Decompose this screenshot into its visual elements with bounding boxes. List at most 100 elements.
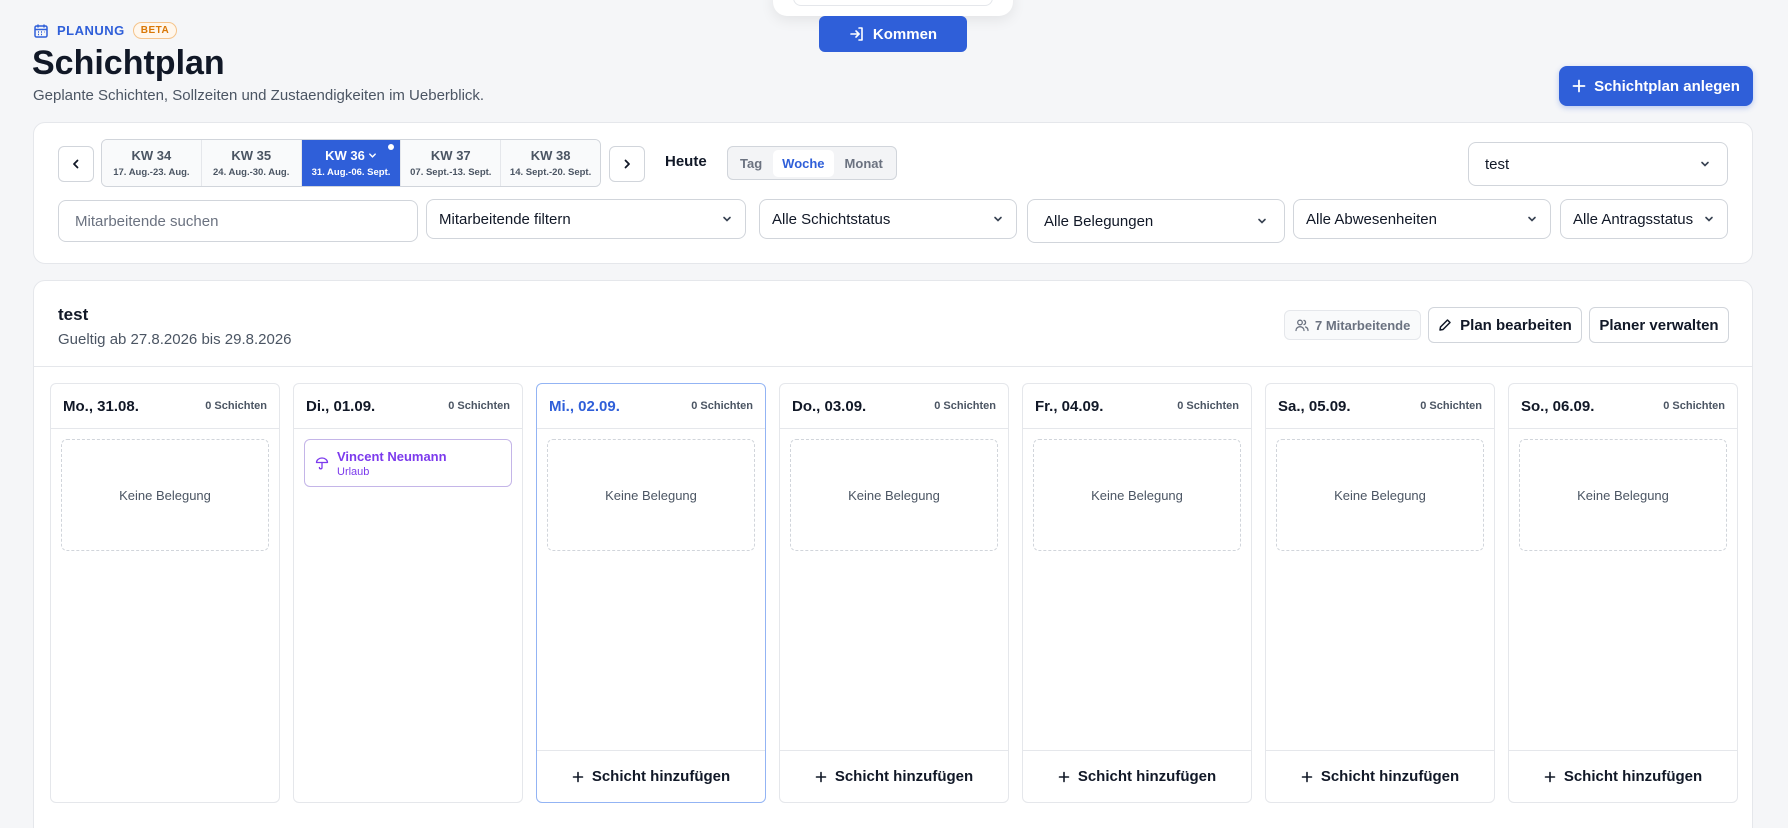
- week-range: 31. Aug.-06. Sept.: [311, 167, 391, 178]
- create-schedule-button[interactable]: Schichtplan anlegen: [1559, 66, 1753, 106]
- login-icon: [850, 27, 863, 41]
- page-subtitle: Geplante Schichten, Sollzeiten und Zusta…: [33, 87, 485, 104]
- shift-status-dropdown[interactable]: Alle Schichtstatus: [759, 199, 1017, 239]
- create-schedule-label: Schichtplan anlegen: [1594, 77, 1740, 95]
- day-column: Fr., 04.09. 0 Schichten Keine Belegung S…: [1022, 383, 1252, 803]
- plan-name: test: [58, 305, 89, 324]
- empty-slot: Keine Belegung: [1519, 439, 1727, 551]
- manage-planner-button[interactable]: Planer verwalten: [1589, 307, 1729, 343]
- add-shift-button[interactable]: Schicht hinzufügen: [1266, 750, 1494, 802]
- breadcrumb: PLANUNG BETA: [33, 22, 178, 39]
- plan-select-value: test: [1485, 155, 1510, 173]
- current-week-dot: [388, 144, 395, 150]
- day-header: Do., 03.09. 0 Schichten: [780, 384, 1008, 429]
- clock-card-field: [793, 0, 993, 6]
- add-shift-button[interactable]: Schicht hinzufügen: [537, 750, 765, 802]
- plan-validity: Gueltig ab 27.8.2026 bis 29.8.2026: [58, 331, 292, 348]
- week-tab[interactable]: KW 37 07. Sept.-13. Sept.: [401, 140, 502, 186]
- add-shift-label: Schicht hinzufügen: [1563, 768, 1703, 785]
- shift-count: 0 Schichten: [1663, 400, 1725, 412]
- week-label: KW 37: [430, 148, 471, 163]
- chevron-down-icon: [1701, 161, 1709, 167]
- shift-count: 0 Schichten: [934, 400, 996, 412]
- plus-icon: [572, 771, 584, 782]
- week-tab[interactable]: KW 38 14. Sept.-20. Sept.: [501, 140, 600, 186]
- plan-select[interactable]: test: [1468, 142, 1728, 186]
- day-header: Di., 01.09. 0 Schichten: [294, 384, 522, 429]
- dropdown-value: Alle Schichtstatus: [772, 210, 891, 228]
- day-header: So., 06.09. 0 Schichten: [1509, 384, 1737, 429]
- chevron-left-icon: [73, 159, 79, 169]
- employee-count-badge: 7 Mitarbeitende: [1284, 310, 1422, 340]
- week-label: KW 34: [131, 148, 172, 163]
- view-toggle: Tag Woche Monat: [727, 146, 897, 180]
- absence-type: Urlaub: [337, 465, 370, 478]
- manage-planner-label: Planer verwalten: [1599, 316, 1719, 334]
- week-selector: KW 34 17. Aug.-23. Aug. KW 35 24. Aug.-3…: [101, 139, 601, 187]
- week-range: 14. Sept.-20. Sept.: [509, 167, 592, 178]
- shift-count: 0 Schichten: [691, 400, 753, 412]
- employee-name: Vincent Neumann: [337, 448, 447, 464]
- edit-plan-button[interactable]: Plan bearbeiten: [1428, 307, 1582, 343]
- absence-dropdown[interactable]: Alle Abwesenheiten: [1293, 199, 1551, 239]
- day-name: Fr., 04.09.: [1035, 397, 1104, 415]
- day-name: Di., 01.09.: [306, 397, 376, 415]
- absence-entry[interactable]: Vincent Neumann Urlaub: [304, 439, 512, 487]
- empty-slot: Keine Belegung: [547, 439, 755, 551]
- plus-icon: [1544, 771, 1556, 782]
- add-shift-button[interactable]: Schicht hinzufügen: [1023, 750, 1251, 802]
- dropdown-value: Alle Belegungen: [1044, 212, 1154, 230]
- calendar-icon: [34, 24, 48, 38]
- employee-search-input[interactable]: [58, 200, 418, 242]
- week-range: 17. Aug.-23. Aug.: [113, 167, 190, 178]
- dropdown-value: Alle Antragsstatus: [1573, 210, 1694, 228]
- chevron-right-icon: [624, 159, 630, 169]
- clock-in-button[interactable]: Kommen: [819, 16, 967, 52]
- view-day-tab[interactable]: Tag: [731, 150, 771, 177]
- prev-week-button[interactable]: [58, 146, 94, 182]
- week-tab[interactable]: KW 35 24. Aug.-30. Aug.: [201, 140, 302, 186]
- schedule-card: test Gueltig ab 27.8.2026 bis 29.8.2026 …: [33, 280, 1753, 828]
- chevron-down-icon: [994, 216, 1002, 222]
- week-label: KW 38: [530, 148, 571, 163]
- umbrella-icon: [315, 457, 329, 470]
- week-tab[interactable]: KW 34 17. Aug.-23. Aug.: [102, 140, 202, 186]
- view-week-tab[interactable]: Woche: [773, 149, 834, 177]
- divider: [34, 366, 1752, 367]
- week-range: 24. Aug.-30. Aug.: [213, 167, 290, 178]
- day-column: Mo., 31.08. 0 Schichten Keine Belegung: [50, 383, 280, 803]
- add-shift-label: Schicht hinzufügen: [591, 768, 731, 785]
- assignment-dropdown[interactable]: Alle Belegungen: [1027, 199, 1285, 243]
- add-shift-label: Schicht hinzufügen: [1077, 768, 1217, 785]
- employee-filter-dropdown[interactable]: Mitarbeitende filtern: [426, 199, 746, 239]
- week-range: 07. Sept.-13. Sept.: [410, 167, 492, 178]
- chevron-down-icon: [1528, 216, 1536, 222]
- chevron-down-icon: [1258, 218, 1266, 224]
- week-label: KW 36: [325, 148, 365, 163]
- week-tab-active[interactable]: KW 36 31. Aug.-06. Sept.: [301, 140, 402, 186]
- add-shift-button[interactable]: Schicht hinzufügen: [780, 750, 1008, 802]
- day-column-today: Mi., 02.09. 0 Schichten Keine Belegung S…: [536, 383, 766, 803]
- add-shift-button[interactable]: Schicht hinzufügen: [1509, 750, 1737, 802]
- view-month-tab[interactable]: Monat: [836, 150, 892, 177]
- day-header: Fr., 04.09. 0 Schichten: [1023, 384, 1251, 429]
- chevron-down-icon: [723, 216, 731, 222]
- empty-slot: Keine Belegung: [61, 439, 269, 551]
- shift-count: 0 Schichten: [1420, 400, 1482, 412]
- day-name: So., 06.09.: [1521, 397, 1595, 415]
- week-label: KW 35: [231, 148, 272, 163]
- plus-icon: [1301, 771, 1313, 782]
- next-week-button[interactable]: [609, 146, 645, 182]
- add-shift-label: Schicht hinzufügen: [1320, 768, 1460, 785]
- employee-count: 7 Mitarbeitende: [1315, 317, 1411, 333]
- day-name: Mi., 02.09.: [549, 397, 620, 415]
- day-name: Do., 03.09.: [792, 397, 867, 415]
- clock-in-label: Kommen: [872, 25, 938, 43]
- empty-slot: Keine Belegung: [790, 439, 998, 551]
- day-header: Mi., 02.09. 0 Schichten: [537, 384, 765, 429]
- request-status-dropdown[interactable]: Alle Antragsstatus: [1560, 199, 1728, 239]
- today-button[interactable]: Heute: [665, 153, 707, 170]
- plus-icon: [1058, 771, 1070, 782]
- add-shift-label: Schicht hinzufügen: [834, 768, 974, 785]
- day-name: Mo., 31.08.: [63, 397, 139, 415]
